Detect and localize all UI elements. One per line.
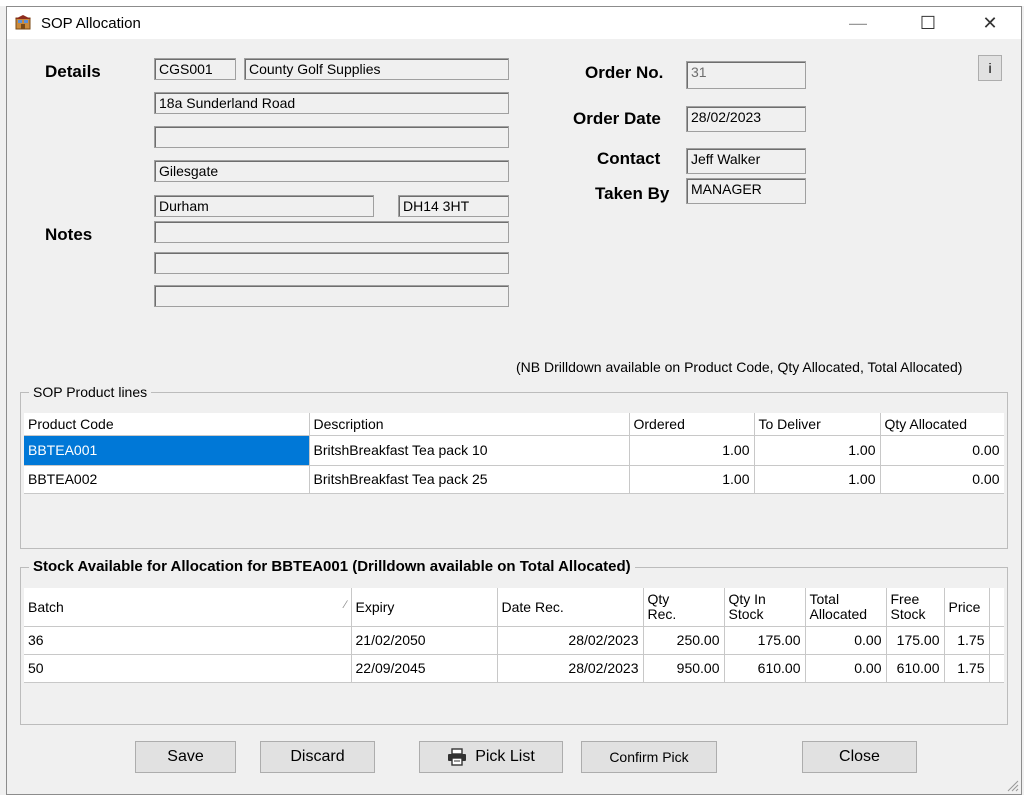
description-cell[interactable]: BritshBreakfast Tea pack 10 bbox=[309, 435, 630, 466]
discard-button-label: Discard bbox=[290, 748, 345, 765]
stock-group-title: Stock Available for Allocation for BBTEA… bbox=[29, 558, 635, 575]
free-stock-cell[interactable]: 175.00 bbox=[886, 626, 945, 655]
batch-cell[interactable]: 36 bbox=[24, 626, 352, 655]
col-total-allocated[interactable]: Total Allocated bbox=[805, 588, 887, 627]
minimize-button[interactable]: — bbox=[835, 7, 881, 39]
pick-list-button-label: Pick List bbox=[475, 748, 535, 765]
product-lines-title: SOP Product lines bbox=[29, 384, 152, 400]
col-qty-allocated[interactable]: Qty Allocated bbox=[880, 413, 1004, 436]
confirm-pick-button[interactable]: Confirm Pick bbox=[581, 741, 717, 773]
stock-grid: Batch ∕ Expiry Date Rec. Qty Rec. Qty In … bbox=[24, 588, 1004, 686]
qty-rec-cell[interactable]: 250.00 bbox=[643, 626, 725, 655]
details-label: Details bbox=[45, 62, 101, 81]
total-allocated-cell[interactable]: 0.00 bbox=[805, 626, 887, 655]
col-ordered[interactable]: Ordered bbox=[629, 413, 755, 436]
qty-rec-cell[interactable]: 950.00 bbox=[643, 654, 725, 683]
ordered-cell[interactable]: 1.00 bbox=[629, 465, 755, 494]
printer-icon bbox=[448, 748, 467, 766]
save-button[interactable]: Save bbox=[135, 741, 236, 773]
col-batch[interactable]: Batch ∕ bbox=[24, 588, 352, 627]
expiry-cell[interactable]: 22/09/2045 bbox=[351, 654, 498, 683]
qty-allocated-cell[interactable]: 0.00 bbox=[880, 465, 1004, 494]
close-window-button[interactable]: ✕ bbox=[967, 7, 1013, 39]
title-bar[interactable]: SOP Allocation — ☐ ✕ bbox=[7, 7, 1021, 39]
col-qty-rec[interactable]: Qty Rec. bbox=[643, 588, 725, 627]
taken-by-label: Taken By bbox=[595, 184, 670, 203]
product-code-cell[interactable]: BBTEA002 bbox=[24, 465, 310, 494]
address-line2-field[interactable] bbox=[154, 126, 509, 148]
postcode-field[interactable]: DH14 3HT bbox=[398, 195, 509, 217]
address-line1-field[interactable]: 18a Sunderland Road bbox=[154, 92, 509, 114]
order-date-field[interactable]: 28/02/2023 bbox=[686, 106, 806, 132]
price-cell[interactable]: 1.75 bbox=[944, 654, 990, 683]
date-rec-cell[interactable]: 28/02/2023 bbox=[497, 626, 644, 655]
close-button-label: Close bbox=[839, 748, 880, 765]
contact-field[interactable]: Jeff Walker bbox=[686, 148, 806, 174]
col-batch-label: Batch bbox=[28, 598, 64, 615]
col-product-code[interactable]: Product Code bbox=[24, 413, 310, 436]
order-date-label: Order Date bbox=[573, 109, 661, 128]
date-rec-cell[interactable]: 28/02/2023 bbox=[497, 654, 644, 683]
table-row[interactable]: BBTEA001 BritshBreakfast Tea pack 10 1.0… bbox=[24, 435, 1004, 466]
total-allocated-cell[interactable]: 0.00 bbox=[805, 654, 887, 683]
app-icon bbox=[15, 15, 31, 30]
col-overflow bbox=[989, 588, 1004, 627]
col-free-stock[interactable]: Free Stock bbox=[886, 588, 945, 627]
overflow-cell bbox=[989, 654, 1004, 683]
to-deliver-cell[interactable]: 1.00 bbox=[754, 465, 881, 494]
batch-cell[interactable]: 50 bbox=[24, 654, 352, 683]
order-number-field[interactable]: 31 bbox=[686, 61, 806, 89]
col-qty-in-stock[interactable]: Qty In Stock bbox=[724, 588, 806, 627]
qty-in-stock-cell[interactable]: 175.00 bbox=[724, 626, 806, 655]
description-cell[interactable]: BritshBreakfast Tea pack 25 bbox=[309, 465, 630, 494]
save-button-label: Save bbox=[167, 748, 204, 765]
taken-by-field[interactable]: MANAGER bbox=[686, 178, 806, 204]
product-code-cell[interactable]: BBTEA001 bbox=[24, 435, 310, 466]
order-no-label: Order No. bbox=[585, 63, 664, 82]
to-deliver-cell[interactable]: 1.00 bbox=[754, 435, 881, 466]
window-title: SOP Allocation bbox=[41, 15, 141, 32]
discard-button[interactable]: Discard bbox=[260, 741, 375, 773]
qty-allocated-cell[interactable]: 0.00 bbox=[880, 435, 1004, 466]
resize-grip-icon[interactable] bbox=[1005, 778, 1019, 792]
info-button[interactable]: i bbox=[978, 55, 1002, 81]
free-stock-cell[interactable]: 610.00 bbox=[886, 654, 945, 683]
col-description[interactable]: Description bbox=[309, 413, 630, 436]
table-row[interactable]: 36 21/02/2050 28/02/2023 250.00 175.00 0… bbox=[24, 626, 1004, 655]
confirm-pick-button-label: Confirm Pick bbox=[609, 749, 689, 765]
sop-allocation-window: SOP Allocation — ☐ ✕ Details Notes CGS00… bbox=[6, 6, 1022, 795]
notes-line2-field[interactable] bbox=[154, 252, 509, 274]
col-date-rec[interactable]: Date Rec. bbox=[497, 588, 644, 627]
col-to-deliver[interactable]: To Deliver bbox=[754, 413, 881, 436]
sort-icon: ∕ bbox=[344, 598, 347, 611]
expiry-cell[interactable]: 21/02/2050 bbox=[351, 626, 498, 655]
close-icon: ✕ bbox=[982, 12, 998, 33]
close-button[interactable]: Close bbox=[802, 741, 917, 773]
minimize-icon: — bbox=[849, 12, 867, 33]
product-lines-grid: Product Code Description Ordered To Deli… bbox=[24, 413, 1004, 501]
notes-label: Notes bbox=[45, 225, 93, 244]
address-line3-field[interactable]: Gilesgate bbox=[154, 160, 509, 182]
maximize-icon: ☐ bbox=[919, 12, 937, 33]
maximize-button[interactable]: ☐ bbox=[905, 7, 951, 39]
pick-list-button[interactable]: Pick List bbox=[419, 741, 563, 773]
notes-line1-field[interactable] bbox=[154, 221, 509, 243]
customer-code-field[interactable]: CGS001 bbox=[154, 58, 236, 80]
col-expiry[interactable]: Expiry bbox=[351, 588, 498, 627]
notes-line3-field[interactable] bbox=[154, 285, 509, 307]
overflow-cell bbox=[989, 626, 1004, 655]
qty-in-stock-cell[interactable]: 610.00 bbox=[724, 654, 806, 683]
table-row[interactable]: 50 22/09/2045 28/02/2023 950.00 610.00 0… bbox=[24, 654, 1004, 683]
town-field[interactable]: Durham bbox=[154, 195, 374, 217]
col-price[interactable]: Price bbox=[944, 588, 990, 627]
contact-label: Contact bbox=[597, 149, 661, 168]
table-row[interactable]: BBTEA002 BritshBreakfast Tea pack 25 1.0… bbox=[24, 465, 1004, 494]
price-cell[interactable]: 1.75 bbox=[944, 626, 990, 655]
drilldown-note: (NB Drilldown available on Product Code,… bbox=[516, 359, 963, 375]
ordered-cell[interactable]: 1.00 bbox=[629, 435, 755, 466]
customer-name-field[interactable]: County Golf Supplies bbox=[244, 58, 509, 80]
